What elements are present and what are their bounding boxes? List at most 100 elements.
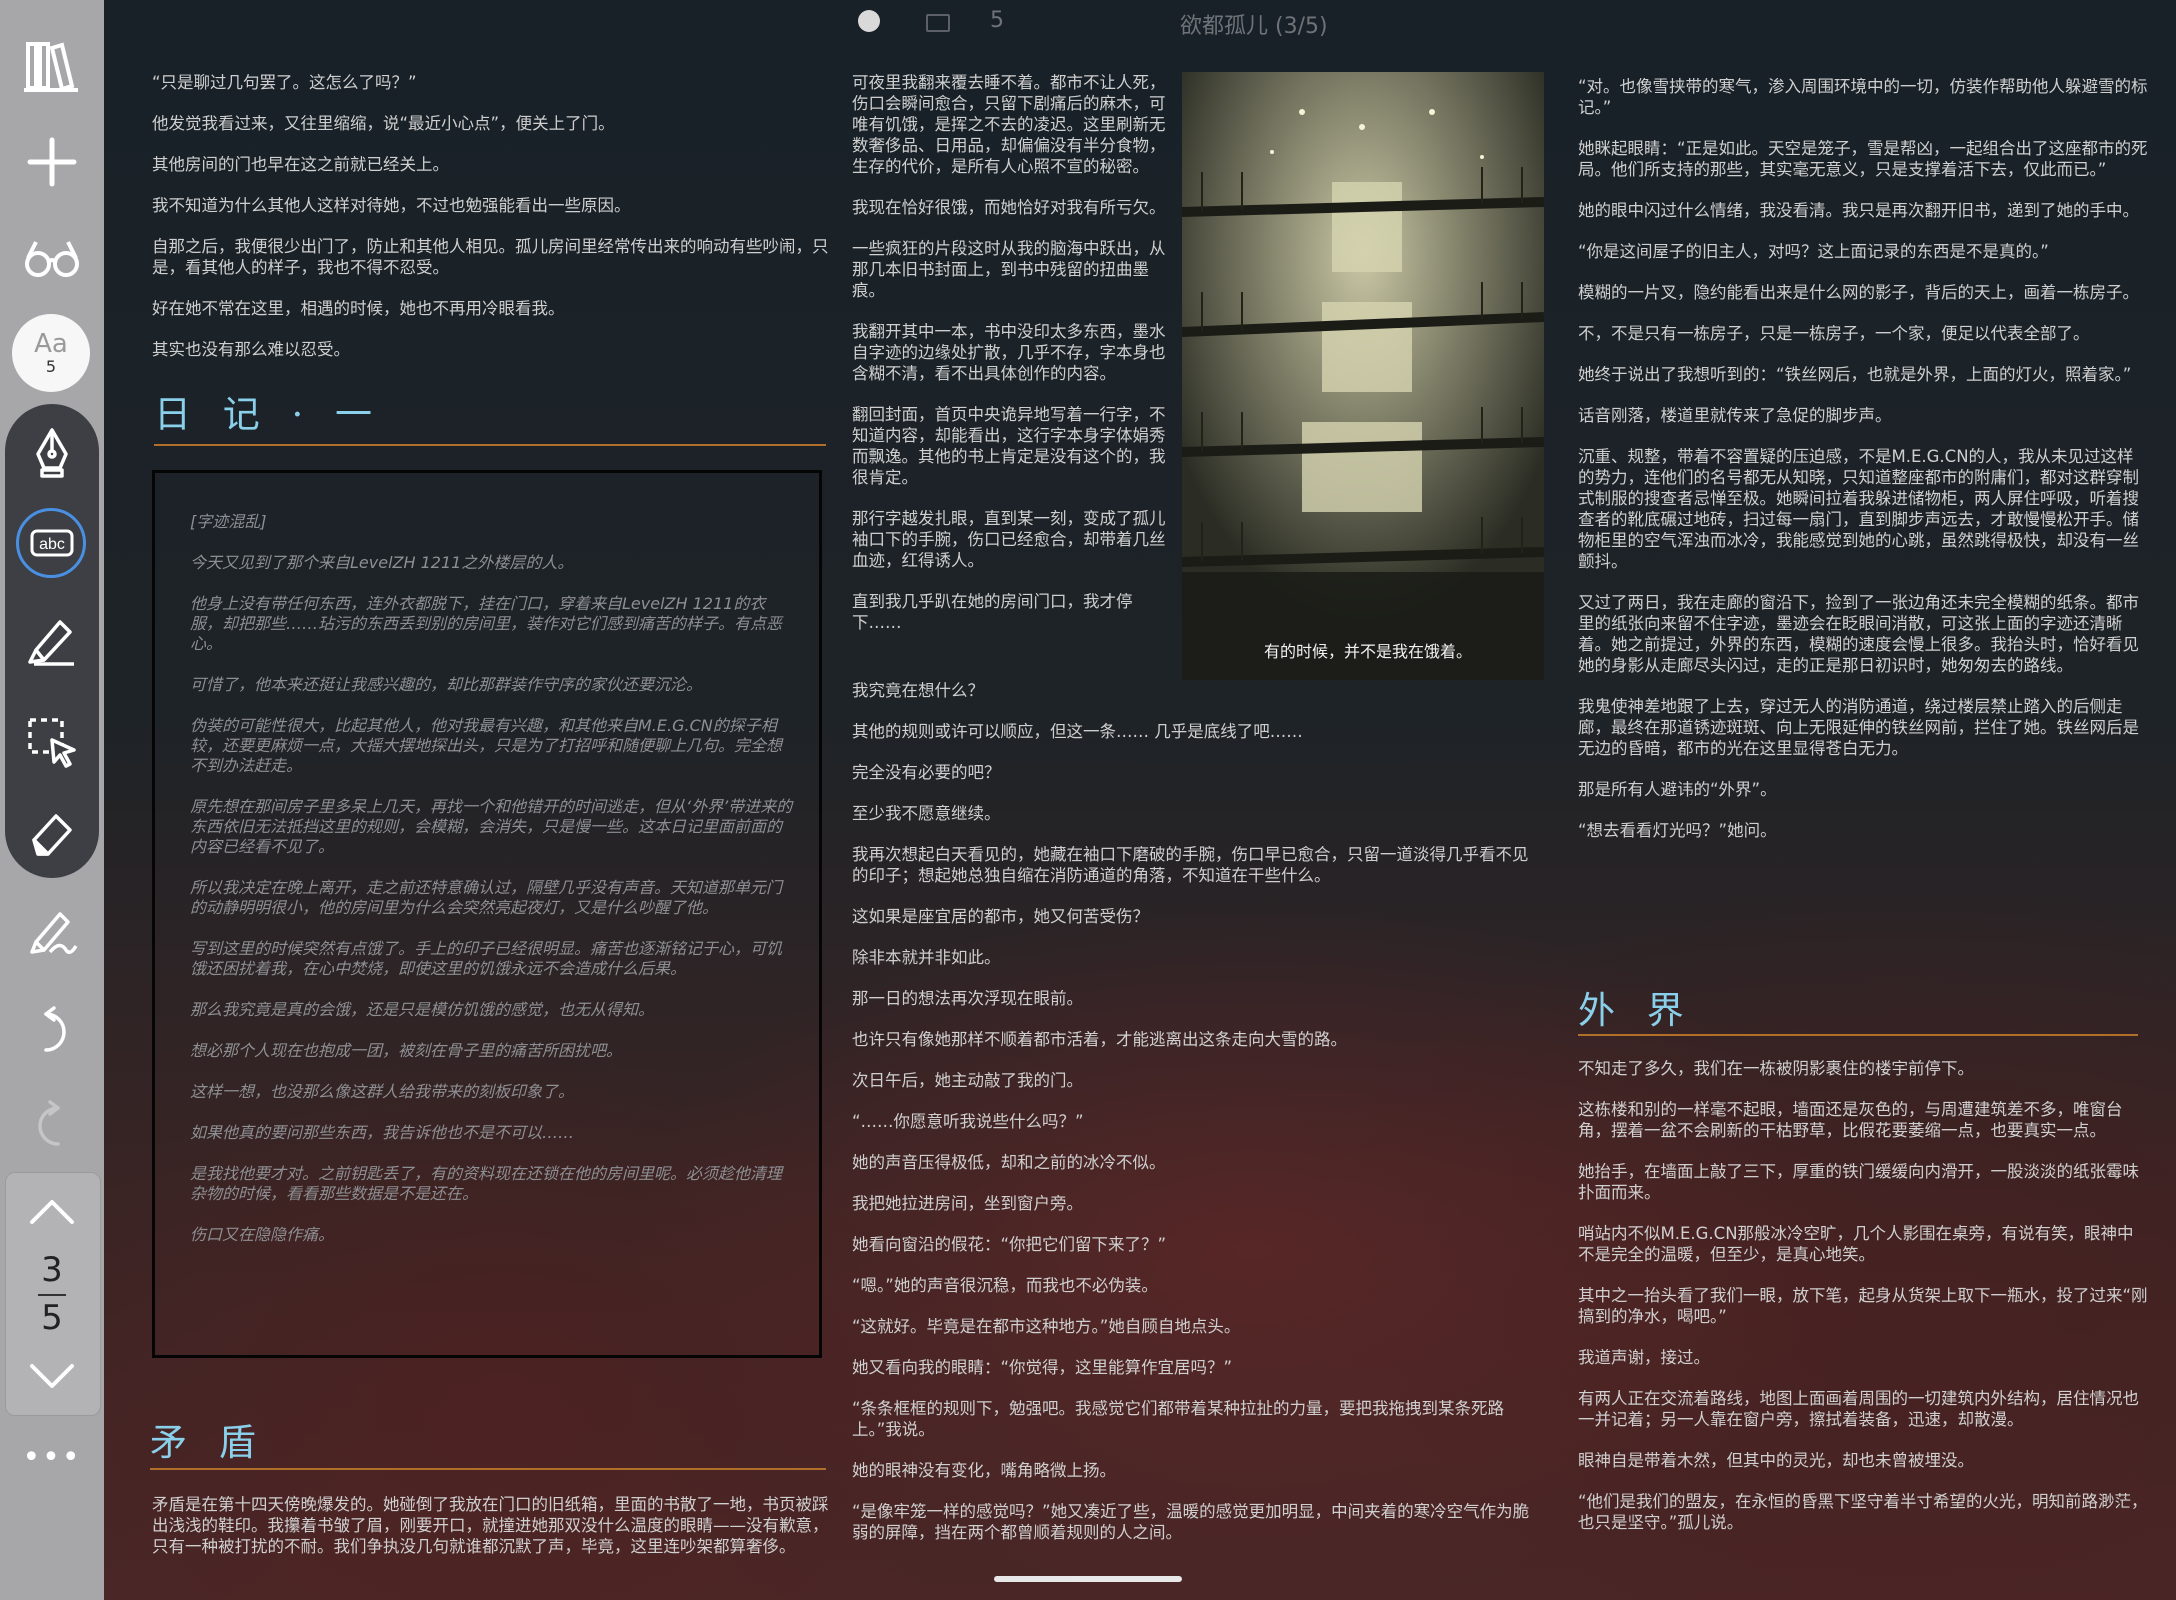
paragraph: 她的眼神没有变化，嘴角略微上扬。 [852,1461,1116,1480]
font-settings-button[interactable]: Aa 5 [12,314,90,392]
column-left-top: “只是聊过几句罢了。这怎么了吗？” 他发觉我看过来，又往里缩缩，说“最近小心点”… [152,72,832,380]
paragraph: 她终于说出了我想听到的：“铁丝网后，也就是外界，上面的灯火，照着家。” [1578,365,2132,384]
paragraph: 其他房间的门也早在这之前就已经关上。 [152,155,449,174]
paragraph: “你是这间屋子的旧主人，对吗？这上面记录的东西是不是真的。” [1578,242,2049,261]
heading-outside: 外 界 [1578,989,1694,1032]
paragraph: 哨站内不似M.E.G.CN那般冰冷空旷，几个人影围在桌旁，有说有笑，眼神中不是完… [1578,1224,2134,1264]
paragraph: 有两人正在交流着路线，地图上面画着周围的一切建筑内外结构，居住情况也一并记着；另… [1578,1389,2139,1429]
photo-caption: 有的时候，并不是我在饿着。 [1264,642,1473,661]
home-indicator[interactable] [994,1576,1182,1582]
paragraph: 我现在恰好很饿，而她恰好对我有所亏欠。 [852,198,1166,217]
paragraph: 好在她不常在这里，相遇的时候，她也不再用冷眼看我。 [152,299,565,318]
paragraph: 不知走了多久，我们在一栋被阴影裹住的楼宇前停下。 [1578,1059,1974,1078]
paragraph: “……你愿意听我说些什么吗？” [852,1112,1084,1131]
paragraph: “这就好。毕竟是在都市这种地方。”她自顾自地点头。 [852,1317,1241,1336]
paragraph: “他们是我们的盟友，在永恒的昏黑下坚守着半寸希望的火光，明知前路渺茫，也只是坚守… [1578,1492,2148,1532]
diary-line: 他身上没有带任何东西，连外衣都脱下，挂在门口，穿着来自LevelZH 1211的… [190,594,783,653]
paragraph: 我把她拉进房间，坐到窗户旁。 [852,1194,1083,1213]
paragraph: 这如果是座宜居的都市，她又何苦受伤？ [852,907,1149,926]
column-right-bottom: 不知走了多久，我们在一栋被阴影裹住的楼宇前停下。 这栋楼和别的一样毫不起眼，墙面… [1578,1058,2150,1553]
paragraph: 她看向窗沿的假花：“你把它们留下来了？” [852,1235,1167,1254]
paragraph: 我不知道为什么其他人这样对待她，不过也勉强能看出一些原因。 [152,196,631,215]
paragraph: 其实也没有那么难以忍受。 [152,340,350,359]
eraser-icon[interactable] [12,792,92,872]
paragraph: 矛盾是在第十四天傍晚爆发的。她碰倒了我放在门口的旧纸箱，里面的书散了一地，书页被… [152,1495,829,1556]
library-icon[interactable] [12,26,92,106]
paragraph: 模糊的一片叉，隐约能看出来是什么网的影子，背后的天上，画着一栋房子。 [1578,283,2139,302]
paragraph: “条条框框的规则下，勉强吧。我感觉它们都带着某种拉扯的力量，要把我拖拽到某条死路… [852,1399,1505,1439]
redo-icon[interactable] [12,1084,92,1164]
paragraph: 自那之后，我便很少出门了，防止和其他人相见。孤儿房间里经常传出来的响动有些吵闹，… [152,237,829,277]
font-label: Aa [34,329,68,359]
paragraph: 也许只有像她那样不顺着都市活着，才能逃离出这条走向大雪的路。 [852,1030,1347,1049]
page-indicator: 5 [990,8,1004,33]
paragraph: 她的眼中闪过什么情绪，我没看清。我只是再次翻开旧书，递到了她的手中。 [1578,201,2139,220]
diary-line: 那么我究竟是真的会饿，还是只是模仿饥饿的感觉，也无从得知。 [190,1000,655,1019]
paragraph: 她眯起眼睛：“正是如此。天空是笼子，雪是帮凶，一起组合出了这座都市的死局。他们所… [1578,139,2148,179]
diary-line: 所以我决定在晚上离开，走之前还特意确认过，隔壁几乎没有声音。天知道那单元门的动静… [190,878,783,917]
paragraph: “只是聊过几句罢了。这怎么了吗？” [152,73,417,92]
paragraph: 又过了两日，我在走廊的窗沿下，捡到了一张边角还未完全模糊的纸条。都市里的纸张向来… [1578,593,2139,675]
diary-line: 是我找他要才对。之前钥匙丢了，有的资料现在还锁在他的房间里呢。必须趁他清理杂物的… [190,1164,783,1203]
paragraph: 沉重、规整，带着不容置疑的压迫感，不是M.E.G.CN的人，我从未见过这样的势力… [1578,447,2139,571]
paragraph: 她又看向我的眼睛：“你觉得，这里能算作宜居吗？” [852,1358,1233,1377]
chevron-up-icon[interactable] [12,1172,92,1252]
text-box-icon[interactable]: abc [12,503,92,583]
heading-conflict: 矛 盾 [150,1421,266,1464]
current-page-number: 3 [41,1250,63,1290]
paragraph: 其中之一抬头看了我们一眼，放下笔，起身从货架上取下一瓶水，投了过来“刚搞到的净水… [1578,1286,2148,1326]
paragraph: 这栋楼和别的一样毫不起眼，墙面还是灰色的，与周遭建筑差不多，唯窗台角，摆着一盆不… [1578,1100,2123,1140]
paragraph: 直到我几乎趴在她的房间门口，我才停下…… [852,592,1133,632]
paragraph: 完全没有必要的吧？ [852,763,1001,782]
glasses-icon[interactable] [12,218,92,298]
paragraph: “嗯。”她的声音很沉稳，而我也不必伪装。 [852,1276,1158,1295]
diary-line: 写到这里的时候突然有点饿了。手上的印子已经很明显。痛苦也逐渐铭记于心，可饥饿还困… [190,939,783,978]
highlighter-icon[interactable] [12,600,92,680]
paragraph: 他发觉我看过来，又往里缩缩，说“最近小心点”，便关上了门。 [152,114,615,133]
diary-line: 如果他真的要问那些东西，我告诉他也不是不可以…… [190,1123,575,1142]
paragraph: 我道声谢，接过。 [1578,1348,1710,1367]
paragraph: 我鬼使神差地跟了上去，穿过无人的消防通道，绕过楼层禁止踏入的后侧走廊，最终在那道… [1578,697,2139,758]
paragraph: 一些疯狂的片段这时从我的脑海中跃出，从那几本旧书封面上，到书中残留的扭曲墨痕。 [852,239,1166,300]
paragraph: 不，不是只有一栋房子，只是一栋房子，一个家，便足以代表全部了。 [1578,324,2090,343]
paragraph: 那是所有人避讳的“外界”。 [1578,780,1777,799]
heading-rule [1578,1034,2138,1036]
paragraph: 翻回封面，首页中央诡异地写着一行字，不知道内容，却能看出，这行字本身字体娟秀而飘… [852,405,1166,487]
undo-icon[interactable] [12,990,92,1070]
page-view-icon[interactable] [926,14,950,32]
column-left-bottom: 矛盾是在第十四天傍晚爆发的。她碰倒了我放在门口的旧纸箱，里面的书散了一地，书页被… [152,1494,832,1577]
heading-rule [154,444,826,446]
paragraph: 那一日的想法再次浮现在眼前。 [852,989,1083,1008]
page-divider [38,1294,66,1296]
paragraph: 我翻开其中一本，书中没印太多东西，墨水自字迹的边缘处扩散，几乎不存，字本身也含糊… [852,322,1166,383]
column-right-top: “对。也像雪挟带的寒气，渗入周围环境中的一切，仿装作帮助他人躲避雪的标记。” 她… [1578,76,2150,861]
total-pages-number: 5 [41,1298,63,1338]
paragraph: 她抬手，在墙面上敲了三下，厚重的铁门缓缓向内滑开，一股淡淡的纸张霉味扑面而来。 [1578,1162,2139,1202]
paragraph: 我再次想起白天看见的，她藏在袖口下磨破的手腕，伤口早已愈合，只留一道淡得几乎看不… [852,845,1529,885]
stairwell-photo [1182,72,1544,680]
paragraph: 那行字越发扎眼，直到某一刻，变成了孤儿袖口下的手腕，伤口已经愈合，却带着几丝血迹… [852,509,1166,570]
paragraph: 次日午后，她主动敲了我的门。 [852,1071,1083,1090]
paragraph: 可夜里我翻来覆去睡不着。都市不让人死，伤口会瞬间愈合，只留下剧痛后的麻木，可唯有… [852,73,1166,176]
paragraph: 除非本就并非如此。 [852,948,1001,967]
diary-line: 可惜了，他本来还挺让我感兴趣的，却比那群装作守序的家伙还要沉沦。 [190,675,703,694]
lasso-select-icon[interactable] [12,700,92,780]
diary-line: 伤口又在隐隐作痛。 [190,1225,335,1244]
add-icon[interactable] [12,122,92,202]
diary-line: [字迹混乱] [190,512,267,531]
diary-line: 伪装的可能性很大，比起其他人，他对我最有兴趣，和其他来自M.E.G.CN的探子相… [190,716,783,775]
paragraph: 她的声音压得极低，却和之前的冰冷不似。 [852,1153,1166,1172]
chevron-down-icon[interactable] [12,1336,92,1416]
column-middle-bottom: 我究竟在想什么？ 其他的规则或许可以顺应，但这一条…… 几乎是底线了吧…… 完全… [852,680,1542,1563]
paragraph: “是像牢笼一样的感觉吗？”她又凑近了些，温暖的感觉更加明显，中间夹着的寒冷空气作… [852,1502,1530,1542]
paragraph: 至少我不愿意继续。 [852,804,1001,823]
fountain-pen-icon[interactable] [12,414,92,494]
more-options-button[interactable]: ••• [0,1440,104,1475]
diary-line: 这样一想，也没那么像这群人给我带来的刻板印象了。 [190,1082,575,1101]
handwriting-icon[interactable] [12,890,92,970]
toolbar-sidebar: Aa 5 abc 3 5 ••• [0,0,104,1600]
heading-rule [150,1468,826,1470]
heading-diary: 日 记 · 一 [154,393,383,436]
diary-line: 今天又见到了那个来自LevelZH 1211之外楼层的人。 [190,553,574,572]
paragraph: 我究竟在想什么？ [852,681,984,700]
